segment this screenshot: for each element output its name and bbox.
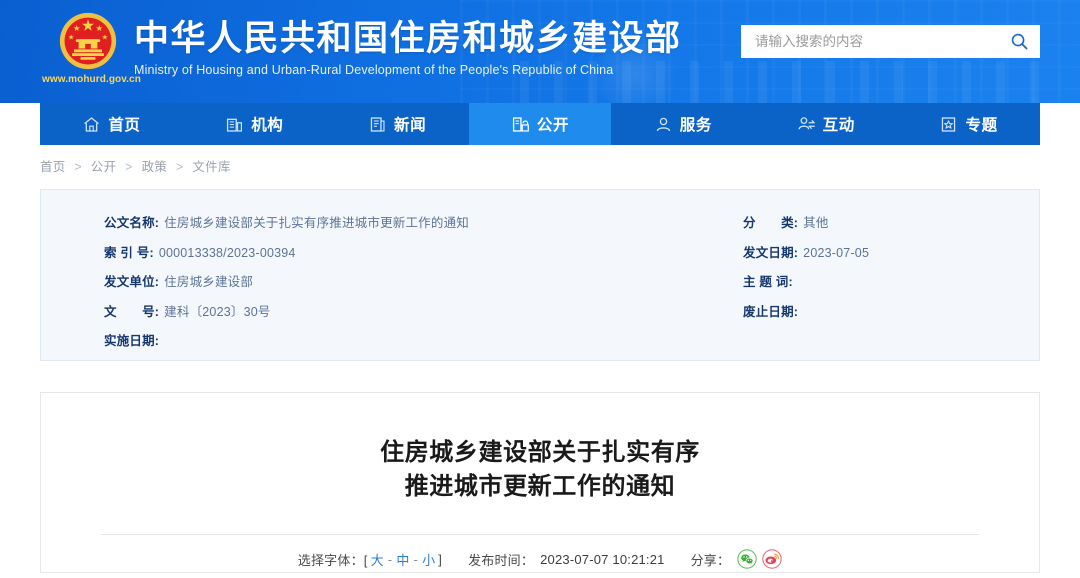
search-icon: [1011, 33, 1028, 50]
meta-label-issue-date: 发文日期:: [743, 245, 799, 260]
fontsize-close-bracket: ]: [438, 551, 443, 567]
interaction-exchange-icon: [797, 115, 816, 134]
fontsize-option-medium[interactable]: 中: [395, 550, 410, 569]
wechat-share-icon[interactable]: [737, 549, 757, 569]
news-document-icon: [368, 115, 387, 134]
meta-label-doc-name: 公文名称:: [104, 216, 160, 230]
meta-value-index-no: 000013338/2023-00394: [158, 245, 296, 260]
content-divider: [101, 534, 979, 535]
site-header: www.mohurd.gov.cn 中华人民共和国住房和城乡建设部 Minist…: [0, 0, 1080, 103]
fontsize-selector: 选择字体：[ 大 - 中 - 小 ]: [298, 550, 442, 569]
meta-column-left: 公文名称: 住房城乡建设部关于扎实有序推进城市更新工作的通知 索 引 号: 00…: [104, 212, 724, 360]
meta-row-doc-number: 文 号: 建科〔2023〕30号: [104, 301, 724, 325]
site-url-text: www.mohurd.gov.cn: [42, 74, 141, 85]
nav-item-service[interactable]: 服务: [611, 103, 754, 145]
emblem-wrap: www.mohurd.gov.cn: [42, 8, 141, 85]
breadcrumb-separator: >: [74, 160, 82, 174]
nav-label-disclosure: 公开: [536, 117, 570, 134]
breadcrumb-separator: >: [125, 160, 133, 174]
share-label: 分享：: [690, 552, 731, 568]
nav-label-topic: 专题: [965, 117, 998, 134]
meta-row-category: 分 类: 其他: [743, 212, 1033, 236]
meta-row-issue-date: 发文日期: 2023-07-05: [743, 242, 1033, 266]
user-service-icon: [654, 115, 673, 134]
nav-item-home[interactable]: 首页: [40, 103, 183, 145]
fontsize-dash: -: [413, 551, 419, 567]
nav-item-organization[interactable]: 机构: [183, 103, 326, 145]
meta-row-effective-date: 实施日期:: [104, 330, 724, 354]
search-box[interactable]: [741, 25, 1040, 58]
fontsize-option-small[interactable]: 小: [421, 550, 436, 569]
open-disclosure-icon: [511, 115, 530, 134]
fontsize-label: 选择字体：[: [297, 552, 368, 568]
nav-item-interaction[interactable]: 互动: [754, 103, 897, 145]
meta-column-right: 分 类: 其他 发文日期: 2023-07-05 主 题 词: 废止日期:: [743, 212, 1033, 330]
nav-label-interaction: 互动: [822, 117, 855, 134]
nav-label-organization: 机构: [251, 117, 284, 134]
weibo-share-icon[interactable]: [762, 549, 782, 569]
document-title: 住房城乡建设部关于扎实有序 推进城市更新工作的通知: [101, 435, 979, 503]
nav-label-news: 新闻: [394, 117, 427, 134]
meta-row-doc-name: 公文名称: 住房城乡建设部关于扎实有序推进城市更新工作的通知: [104, 212, 724, 236]
search-input[interactable]: [755, 34, 1010, 49]
meta-row-repeal-date: 废止日期:: [743, 301, 1033, 325]
meta-label-repeal-date: 废止日期:: [743, 304, 799, 319]
nav-label-home: 首页: [108, 117, 141, 134]
document-title-line2: 推进城市更新工作的通知: [404, 472, 676, 500]
breadcrumb-item-policy[interactable]: 政策: [142, 160, 168, 174]
star-topic-icon: [939, 115, 958, 134]
meta-label-issuing-unit: 发文单位:: [104, 275, 160, 289]
breadcrumb-separator: >: [175, 160, 184, 174]
meta-row-issuing-unit: 发文单位: 住房城乡建设部: [104, 271, 724, 295]
site-title-cn: 中华人民共和国住房和城乡建设部: [134, 19, 682, 59]
nav-item-news[interactable]: 新闻: [326, 103, 469, 145]
publish-time-label: 发布时间：: [468, 552, 535, 568]
meta-value-category: 其他: [803, 216, 829, 230]
meta-row-index-no: 索 引 号: 000013338/2023-00394: [104, 242, 724, 266]
meta-value-issue-date: 2023-07-05: [803, 245, 870, 260]
meta-label-category: 分 类:: [743, 216, 799, 230]
meta-label-effective-date: 实施日期:: [104, 334, 160, 348]
document-title-line1: 住房城乡建设部关于扎实有序: [380, 438, 700, 466]
fontsize-option-large[interactable]: 大: [370, 550, 385, 569]
main-nav-wrap: 首页 机构 新闻 公开 服务 互动 专题: [0, 103, 1080, 145]
share-icons: [737, 549, 782, 569]
meta-label-doc-number: 文 号:: [104, 304, 160, 319]
site-title-en: Ministry of Housing and Urban-Rural Deve…: [134, 63, 614, 77]
document-toolbar: 选择字体：[ 大 - 中 - 小 ] 发布时间： 2023-07-07 10:2…: [101, 549, 979, 569]
search-button[interactable]: [1010, 32, 1029, 51]
china-national-emblem-icon: [59, 12, 117, 70]
meta-label-keywords: 主 题 词:: [743, 275, 793, 289]
document-content-card: 住房城乡建设部关于扎实有序 推进城市更新工作的通知 选择字体：[ 大 - 中 -…: [40, 392, 1040, 573]
meta-value-doc-name: 住房城乡建设部关于扎实有序推进城市更新工作的通知: [164, 216, 469, 230]
breadcrumb-item-home[interactable]: 首页: [40, 160, 66, 174]
nav-label-service: 服务: [679, 117, 712, 134]
share-group: 分享：: [691, 549, 783, 569]
breadcrumb-item-filelibrary[interactable]: 文件库: [192, 160, 230, 174]
home-icon: [82, 115, 101, 134]
publish-time-value: 2023-07-07 10:21:21: [540, 551, 665, 567]
publish-time-group: 发布时间： 2023-07-07 10:21:21: [468, 550, 665, 569]
meta-value-doc-number: 建科〔2023〕30号: [164, 304, 271, 319]
building-icon: [225, 115, 244, 134]
breadcrumb: 首页 > 公开 > 政策 > 文件库: [0, 145, 1080, 185]
main-nav: 首页 机构 新闻 公开 服务 互动 专题: [40, 103, 1040, 145]
nav-item-disclosure[interactable]: 公开: [468, 103, 612, 145]
nav-item-topic[interactable]: 专题: [897, 103, 1040, 145]
brand-block: www.mohurd.gov.cn 中华人民共和国住房和城乡建设部 Minist…: [42, 8, 682, 85]
fontsize-dash: -: [387, 551, 393, 567]
meta-value-issuing-unit: 住房城乡建设部: [164, 275, 254, 289]
brand-text: 中华人民共和国住房和城乡建设部 Ministry of Housing and …: [134, 8, 682, 77]
breadcrumb-item-disclosure[interactable]: 公开: [91, 160, 117, 174]
document-meta-panel: 公文名称: 住房城乡建设部关于扎实有序推进城市更新工作的通知 索 引 号: 00…: [40, 189, 1040, 361]
meta-row-keywords: 主 题 词:: [743, 271, 1033, 295]
meta-label-index-no: 索 引 号:: [104, 245, 154, 260]
